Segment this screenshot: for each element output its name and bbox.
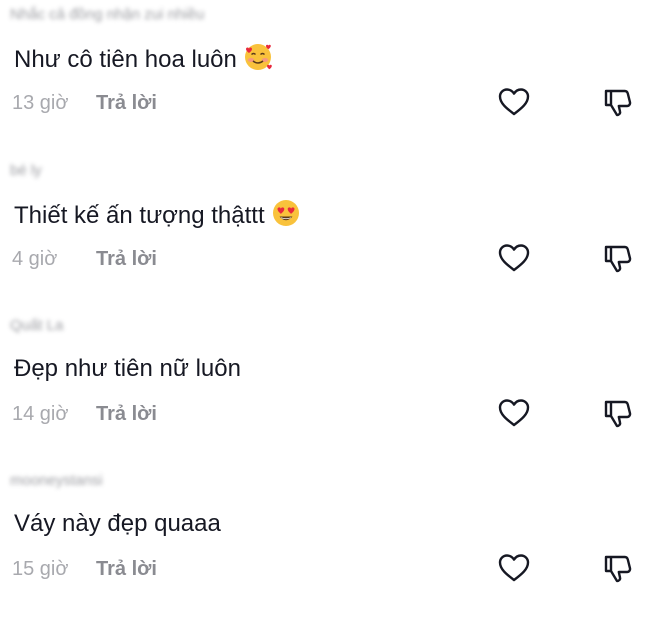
- thumbs-down-icon: [604, 400, 632, 428]
- comment-username[interactable]: Quất La: [10, 317, 63, 334]
- comment-meta: 14 giờ Trả lời: [12, 402, 157, 426]
- reply-button[interactable]: Trả lời: [96, 92, 157, 114]
- comment-text-content: Thiết kế ấn tượng thậttt: [14, 202, 265, 229]
- comment-username[interactable]: mooneystansi: [10, 472, 103, 489]
- comment-text: Váy này đẹp quaaa: [14, 508, 221, 540]
- comment-time: 14 giờ: [12, 403, 69, 425]
- comment-meta: 15 giờ Trả lời: [12, 557, 157, 581]
- comment-text: Đẹp như tiên nữ luôn: [14, 353, 241, 385]
- comment-meta: 13 giờ Trả lời: [12, 91, 157, 115]
- comment-meta: 4 giờ Trả lời: [12, 247, 157, 271]
- comment-text-content: Đẹp như tiên nữ luôn: [14, 355, 241, 382]
- comment-username[interactable]: bé ly: [10, 162, 42, 179]
- like-button[interactable]: [496, 84, 532, 120]
- comment-time: 15 giờ: [12, 558, 69, 580]
- thumbs-down-icon: [604, 89, 632, 117]
- smiling-face-with-hearts-icon: [243, 42, 273, 72]
- heart-outline-icon: [498, 399, 530, 427]
- comment-text: Như cô tiên hoa luôn: [14, 42, 273, 76]
- dislike-button[interactable]: [600, 84, 636, 120]
- heart-eyes-icon: [271, 198, 301, 228]
- reply-button[interactable]: Trả lời: [96, 248, 157, 270]
- like-button[interactable]: [496, 395, 532, 431]
- heart-outline-icon: [498, 88, 530, 116]
- comment-text-content: Như cô tiên hoa luôn: [14, 46, 237, 73]
- like-button[interactable]: [496, 550, 532, 586]
- comment-item: Quất La Đẹp như tiên nữ luôn 14 giờ Trả l…: [0, 305, 660, 455]
- comment-text: Thiết kế ấn tượng thậttt: [14, 198, 301, 232]
- comment-item: mooneystansi Váy này đẹp quaaa 15 giờ Trả…: [0, 460, 660, 610]
- comment-item: bé ly Thiết kế ấn tượng thậttt 4 giờ Trả …: [0, 150, 660, 300]
- heart-outline-icon: [498, 244, 530, 272]
- like-button[interactable]: [496, 240, 532, 276]
- comment-time: 13 giờ: [12, 92, 69, 114]
- heart-outline-icon: [498, 554, 530, 582]
- comment-username[interactable]: Nhắc cả đồng nhận zui nhiều: [10, 6, 204, 23]
- comment-time: 4 giờ: [12, 248, 58, 270]
- dislike-button[interactable]: [600, 240, 636, 276]
- dislike-button[interactable]: [600, 550, 636, 586]
- reply-button[interactable]: Trả lời: [96, 403, 157, 425]
- thumbs-down-icon: [604, 245, 632, 273]
- reply-button[interactable]: Trả lời: [96, 558, 157, 580]
- dislike-button[interactable]: [600, 395, 636, 431]
- comment-text-content: Váy này đẹp quaaa: [14, 510, 221, 537]
- thumbs-down-icon: [604, 555, 632, 583]
- comment-item: Nhắc cả đồng nhận zui nhiều Như cô tiên …: [0, 0, 660, 144]
- comment-list: Nhắc cả đồng nhận zui nhiều Như cô tiên …: [0, 0, 660, 618]
